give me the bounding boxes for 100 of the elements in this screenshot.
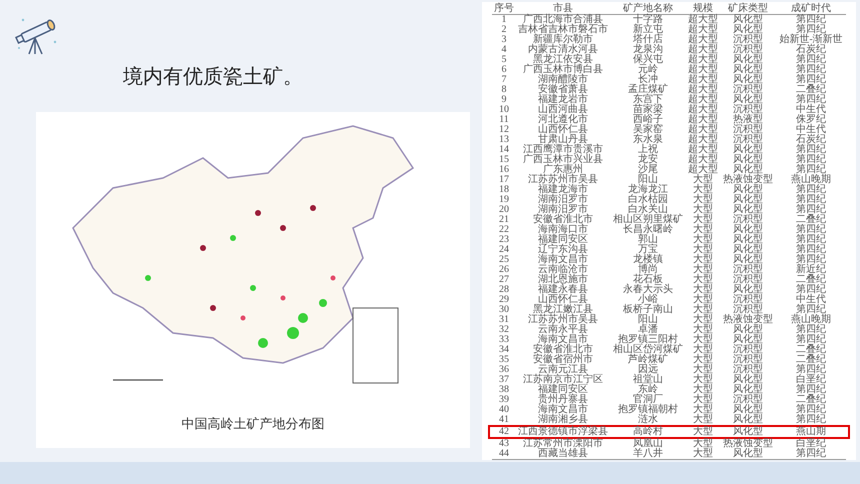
table-cell-text: 23 bbox=[498, 235, 510, 245]
table-cell-text: 山西河曲县 bbox=[537, 105, 589, 115]
table-cell-text: 龙楼镇 bbox=[632, 255, 664, 265]
table-cell-text: 江西鹰潭市贵溪市 bbox=[522, 145, 604, 155]
table-cell-text: 风化型 bbox=[732, 449, 764, 459]
table-cell-text: 大型 bbox=[692, 235, 714, 245]
table-cell-text: 官洞厂 bbox=[633, 395, 663, 405]
table-cell-text: 37 bbox=[498, 375, 510, 385]
table-cell-text: 东岭 bbox=[638, 385, 658, 395]
table-cell-text: 海南海口市 bbox=[537, 225, 589, 235]
table-cell-text: 广西玉林市博白县 bbox=[522, 65, 604, 75]
table-cell-text: 江苏南京市江宁区 bbox=[522, 375, 604, 385]
table-cell-text: 超大型 bbox=[687, 155, 719, 165]
table-cell-text: 大型 bbox=[692, 285, 714, 295]
table-cell-text: 新疆库尔勒市 bbox=[533, 35, 593, 45]
table-cell-text: 阳山 bbox=[637, 315, 659, 325]
table-cell-text: 沉积型 bbox=[732, 35, 764, 45]
table-cell-text: 十字路 bbox=[632, 15, 664, 25]
table-cell-text: 山西怀仁县 bbox=[538, 295, 588, 305]
table-cell-text: 12 bbox=[498, 125, 510, 135]
table-cell-text: 燕山晚期 bbox=[790, 175, 832, 185]
table-cell-text: 二叠纪 bbox=[795, 215, 827, 225]
table-cell-text: 沉积型 bbox=[732, 355, 764, 365]
table-cell-text: 白水枯园 bbox=[627, 195, 669, 205]
table-cell-text: 风化型 bbox=[732, 15, 764, 25]
table-cell-text: 涟水 bbox=[637, 415, 659, 425]
table-cell-text: 第四纪 bbox=[795, 225, 827, 235]
table-cell-text: 1 bbox=[500, 15, 508, 25]
table-cell-text: 湖南汨罗市 bbox=[538, 205, 588, 215]
table-cell-text: 沉积型 bbox=[732, 45, 764, 55]
table-cell-text: 大型 bbox=[692, 225, 714, 235]
table-cell-text: 42 bbox=[498, 427, 510, 437]
table-cell-text: 第四纪 bbox=[795, 185, 827, 195]
table-cell-text: 白水关山 bbox=[628, 205, 668, 215]
table-cell-text: 沉积型 bbox=[732, 105, 764, 115]
table-cell-text: 西藏当雄县 bbox=[537, 449, 589, 459]
table-cell-text: 43 bbox=[498, 439, 510, 449]
table-cell-text: 大型 bbox=[692, 385, 714, 395]
table-cell-text: 31 bbox=[498, 315, 510, 325]
table-cell-text: 3 bbox=[500, 35, 508, 45]
table-cell-text: 风化型 bbox=[732, 325, 764, 335]
table-cell-text: 超大型 bbox=[687, 15, 719, 25]
table-cell-text: 第四纪 bbox=[796, 305, 826, 315]
table-cell-text: 热液型 bbox=[732, 115, 764, 125]
table-cell-text: 风化型 bbox=[732, 75, 764, 85]
table-cell-text: 贵州丹寨县 bbox=[537, 395, 589, 405]
table-cell-text: 第四纪 bbox=[795, 325, 827, 335]
table-cell-text: 风化型 bbox=[732, 245, 764, 255]
table-cell-text: 大型 bbox=[692, 439, 714, 449]
table-cell-text: 海南文昌市 bbox=[537, 255, 589, 265]
table-cell-text: 江苏苏州市吴县 bbox=[527, 315, 599, 325]
table-cell-text: 13 bbox=[498, 135, 510, 145]
table-cell-text: 安徽省淮北市 bbox=[532, 215, 594, 225]
table-cell-text: 龙泉沟 bbox=[632, 45, 664, 55]
table-cell-text: 大型 bbox=[692, 205, 714, 215]
table-cell-text: 风化型 bbox=[732, 375, 764, 385]
table-cell-text: 4 bbox=[500, 45, 508, 55]
table-cell-text: 20 bbox=[498, 205, 510, 215]
table-cell-text: 大型 bbox=[692, 305, 714, 315]
table-cell-text: 风化型 bbox=[732, 55, 764, 65]
table-cell-text: 阳山 bbox=[638, 175, 658, 185]
table-cell-text: 白垩纪 bbox=[795, 375, 827, 385]
table-cell-text: 东宫下 bbox=[632, 95, 664, 105]
table-cell-text: 大型 bbox=[692, 449, 714, 459]
table-cell-text: 大型 bbox=[692, 405, 714, 415]
table-cell-text: 小峪 bbox=[638, 295, 658, 305]
table-cell-text: 41 bbox=[498, 415, 510, 425]
table-cell-text: 第四纪 bbox=[796, 25, 826, 35]
table-cell-text: 18 bbox=[498, 185, 510, 195]
table-cell-text: 大型 bbox=[692, 185, 714, 195]
table-cell-text: 风化型 bbox=[732, 285, 764, 295]
table-cell-text: 第四纪 bbox=[795, 15, 827, 25]
table-cell-text: 相山区朔里煤矿 bbox=[612, 215, 684, 225]
table-cell-text: 34 bbox=[498, 345, 510, 355]
table-cell-text: 孟庄煤矿 bbox=[627, 85, 669, 95]
table-cell-text: 超大型 bbox=[687, 55, 719, 65]
table-cell-text: 沉积型 bbox=[732, 125, 764, 135]
table-cell-text: 安徽省淮北市 bbox=[532, 345, 594, 355]
table-cell-text: 黑龙江依安县 bbox=[533, 55, 593, 65]
table-cell-text: 大型 bbox=[692, 295, 714, 305]
table-cell-text: 花石板 bbox=[633, 275, 663, 285]
table-cell-text: 超大型 bbox=[687, 145, 719, 155]
table-cell-text: 云南元江县 bbox=[538, 365, 588, 375]
table-cell-text: 大型 bbox=[692, 195, 714, 205]
table-cell-text: 二叠纪 bbox=[795, 275, 827, 285]
table-cell-text: 沉积型 bbox=[732, 295, 764, 305]
table-cell-text: 第四纪 bbox=[795, 155, 827, 165]
table-cell-text: 沉积型 bbox=[732, 395, 764, 405]
table-cell-text: 福建同安区 bbox=[537, 385, 589, 395]
table-cell-text: 7 bbox=[500, 75, 508, 85]
table-cell-text: 风化型 bbox=[732, 65, 764, 75]
table-cell-text: 第四纪 bbox=[795, 365, 827, 375]
table-cell-text: 沉积型 bbox=[733, 305, 763, 315]
table-cell-text: 第四纪 bbox=[795, 205, 827, 215]
table-cell-text: 大型 bbox=[692, 365, 714, 375]
table-cell-text: 风化型 bbox=[732, 427, 764, 437]
table-cell-text: 8 bbox=[500, 85, 508, 95]
table-cell-text: 沉积型 bbox=[732, 265, 764, 275]
column-header: 矿产地名称 bbox=[622, 4, 674, 14]
table-cell-text: 30 bbox=[498, 305, 510, 315]
